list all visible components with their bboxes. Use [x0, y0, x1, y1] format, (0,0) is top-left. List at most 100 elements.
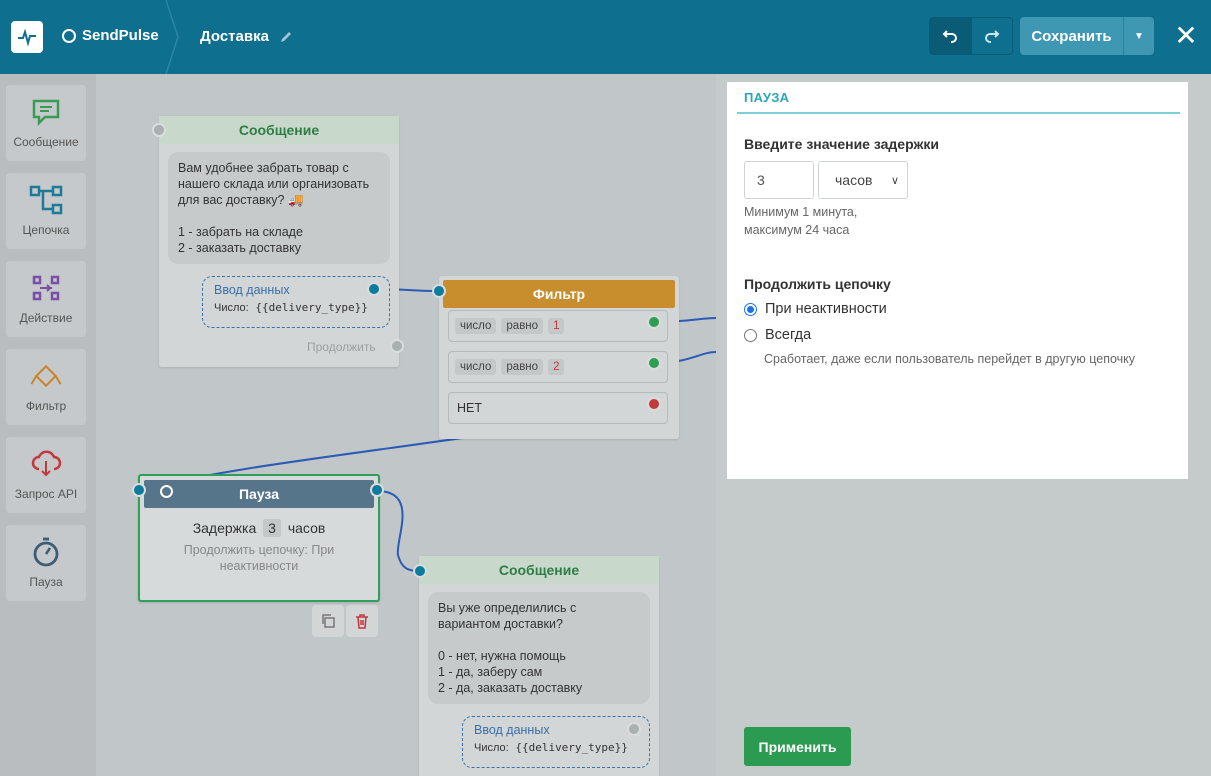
top-bar: SendPulse Доставка Сохранить ▼ ✕ — [0, 0, 1211, 74]
undo-button[interactable] — [929, 17, 971, 55]
else-output-port[interactable] — [647, 397, 661, 411]
output-port[interactable] — [627, 722, 641, 736]
heading-divider — [737, 112, 1180, 114]
pencil-icon[interactable] — [279, 30, 293, 44]
tool-label: Запрос API — [14, 487, 78, 501]
always-hint: Сработает, даже если пользователь перейд… — [764, 352, 1136, 366]
tool-message[interactable]: Сообщение — [6, 85, 86, 161]
input-condition: Число: {{delivery_type}} — [214, 301, 368, 314]
caret-down-icon: ▼ — [1134, 30, 1144, 42]
delay-hint: Минимум 1 минута, максимум 24 часа — [744, 205, 858, 237]
radio-inactive[interactable]: При неактивности — [744, 301, 887, 317]
user-input-block[interactable]: Ввод данных Число: {{delivery_type}} — [202, 276, 390, 328]
else-label: НЕТ — [457, 401, 482, 415]
clock-icon — [160, 485, 173, 498]
output-port[interactable] — [647, 356, 661, 370]
condition-value: 2 — [548, 359, 565, 375]
flow-title-text: Доставка — [200, 28, 269, 45]
message-text: Вы уже определились с вариантом доставки… — [428, 592, 650, 704]
node-title: Фильтр — [443, 280, 675, 308]
pause-settings-panel: ПАУЗА Введите значение задержки 3 часов … — [727, 82, 1188, 479]
continue-port[interactable] — [390, 339, 404, 353]
close-icon: ✕ — [1174, 20, 1198, 51]
tool-action[interactable]: Действие — [6, 261, 86, 337]
condition-type: число — [455, 359, 497, 375]
delay-summary: Задержка 3 часов — [192, 519, 326, 537]
delay-value-input[interactable]: 3 — [744, 161, 814, 199]
tool-pause[interactable]: Пауза — [6, 525, 86, 601]
message-node[interactable]: Сообщение Вам удобнее забрать товар с на… — [159, 116, 399, 367]
output-port[interactable] — [367, 282, 381, 296]
trash-icon — [356, 613, 368, 629]
input-port[interactable] — [152, 123, 166, 137]
input-label: Ввод данных — [214, 283, 290, 297]
selected-unit: часов — [835, 172, 873, 188]
message-icon — [29, 95, 63, 129]
sendpulse-logo[interactable] — [11, 21, 43, 53]
flow-title[interactable]: Доставка — [200, 28, 293, 45]
tool-label: Фильтр — [25, 399, 67, 413]
tool-label: Пауза — [29, 575, 63, 589]
tool-label: Действие — [19, 311, 73, 325]
delay-value: 3 — [263, 519, 281, 537]
radio-checked[interactable] — [744, 302, 757, 316]
radio-label: При неактивности — [765, 301, 887, 317]
brand-name: SendPulse — [82, 27, 159, 44]
action-icon — [29, 271, 63, 305]
tool-label: Цепочка — [22, 223, 70, 237]
copy-icon — [322, 614, 335, 628]
tool-label: Сообщение — [13, 135, 79, 149]
condition-type: число — [455, 318, 497, 334]
delete-button[interactable] — [346, 605, 378, 637]
continue-label: Продолжить цепочку — [744, 276, 891, 292]
user-input-block[interactable]: Ввод данных Число: {{delivery_type}} — [462, 716, 650, 768]
node-title: Пауза — [144, 480, 374, 508]
whatsapp-icon — [62, 28, 76, 43]
tool-filter[interactable]: Фильтр — [6, 349, 86, 425]
input-condition: Число: {{delivery_type}} — [474, 741, 628, 754]
chevron-down-icon: ∨ — [890, 174, 899, 187]
element-toolbar: Сообщение Цепочка Действие Фильтр Запрос… — [0, 74, 96, 776]
redo-button[interactable] — [971, 17, 1013, 55]
delay-unit-select[interactable]: часов ∨ — [818, 161, 908, 199]
redo-icon — [985, 30, 1000, 43]
condition-operator: равно — [501, 318, 544, 334]
input-port[interactable] — [413, 564, 427, 578]
filter-condition-row[interactable]: число равно 1 — [448, 310, 668, 342]
radio-unchecked[interactable] — [744, 328, 757, 342]
panel-heading: ПАУЗА — [744, 90, 790, 105]
continue-label: Продолжить — [307, 340, 376, 354]
filter-icon — [29, 359, 63, 393]
continue-summary: Продолжить цепочку: При неактивности — [183, 543, 335, 573]
duplicate-button[interactable] — [312, 605, 344, 637]
radio-always[interactable]: Всегда — [744, 327, 811, 343]
delay-label: Введите значение задержки — [744, 136, 939, 152]
input-port[interactable] — [132, 483, 146, 497]
node-title: Сообщение — [159, 116, 399, 144]
apply-button[interactable]: Применить — [744, 727, 851, 766]
close-button[interactable]: ✕ — [1172, 22, 1200, 50]
filter-node[interactable]: Фильтр число равно 1 число равно 2 НЕТ — [439, 276, 679, 439]
save-button[interactable]: Сохранить — [1020, 17, 1123, 55]
chain-icon — [29, 183, 63, 217]
output-port[interactable] — [647, 315, 661, 329]
filter-else-row[interactable]: НЕТ — [448, 392, 668, 424]
output-port[interactable] — [370, 483, 384, 497]
message-node[interactable]: Сообщение Вы уже определились с варианто… — [419, 556, 659, 776]
brand: SendPulse — [62, 27, 159, 44]
pause-timer-icon — [29, 535, 63, 569]
filter-condition-row[interactable]: число равно 2 — [448, 351, 668, 383]
save-dropdown-button[interactable]: ▼ — [1123, 17, 1154, 55]
message-text: Вам удобнее забрать товар с нашего склад… — [168, 152, 390, 264]
breadcrumb-separator — [165, 0, 179, 74]
input-label: Ввод данных — [474, 723, 550, 737]
condition-value: 1 — [548, 318, 565, 334]
api-request-icon — [29, 447, 63, 481]
input-port[interactable] — [432, 284, 446, 298]
pause-node[interactable]: Пауза Задержка 3 часов Продолжить цепочк… — [138, 474, 380, 602]
tool-chain[interactable]: Цепочка — [6, 173, 86, 249]
node-title: Сообщение — [419, 556, 659, 584]
tool-api-request[interactable]: Запрос API — [6, 437, 86, 513]
radio-label: Всегда — [765, 327, 812, 343]
condition-operator: равно — [501, 359, 544, 375]
